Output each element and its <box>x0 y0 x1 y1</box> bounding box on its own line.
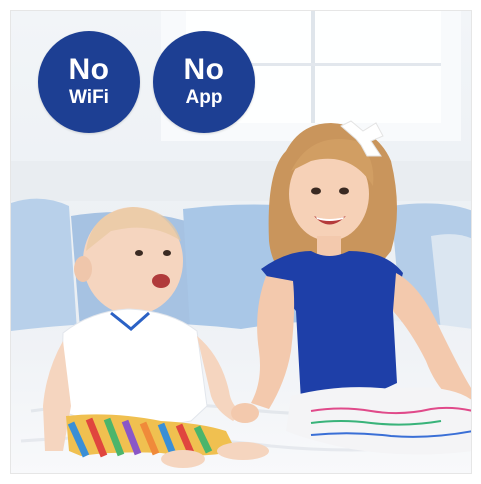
baby-ear <box>74 256 92 282</box>
baby-eye <box>135 250 143 256</box>
baby-eye <box>163 250 171 256</box>
no-wifi-line1: No <box>68 53 110 86</box>
baby-foot <box>217 442 269 460</box>
pillow-left <box>11 198 77 339</box>
baby-mouth <box>152 274 170 288</box>
holding-hands <box>231 403 259 423</box>
no-app-badge: No App <box>153 31 255 133</box>
girl-eye <box>339 187 349 195</box>
window-frame <box>311 11 315 123</box>
no-app-line2: App <box>185 87 223 108</box>
baby-foot <box>161 450 205 468</box>
headboard <box>11 161 471 201</box>
no-app-line1: No <box>183 53 225 86</box>
girl-neck <box>317 236 341 258</box>
no-wifi-line2: WiFi <box>69 87 109 108</box>
no-wifi-badge: No WiFi <box>38 31 140 133</box>
girl-eye <box>311 187 321 195</box>
product-photo-frame: No WiFi No App <box>10 10 472 474</box>
